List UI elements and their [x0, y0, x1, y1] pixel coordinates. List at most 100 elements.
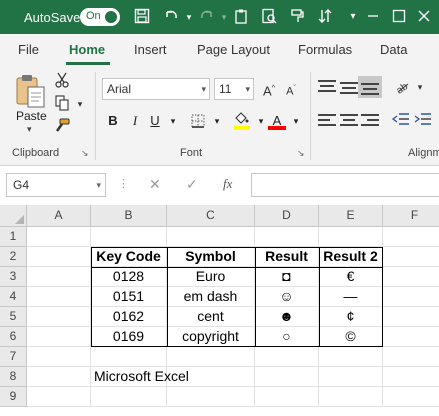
cell-c3[interactable]: Euro	[167, 267, 255, 287]
format-painter-brush-icon[interactable]	[52, 118, 72, 136]
row-header-2[interactable]: 2	[0, 247, 27, 267]
row-header-6[interactable]: 6	[0, 327, 27, 347]
underline-icon[interactable]: U	[146, 111, 164, 131]
cell-f1[interactable]	[383, 227, 439, 247]
cell-b5[interactable]: 0162	[91, 307, 167, 327]
paste-dropdown-icon[interactable]: ▾	[27, 124, 32, 135]
cell-e1[interactable]	[319, 227, 383, 247]
cell-c4[interactable]: em dash	[167, 287, 255, 307]
cell-f6[interactable]	[383, 327, 439, 347]
column-header-d[interactable]: D	[255, 205, 319, 227]
tab-formulas[interactable]: Formulas	[298, 42, 352, 57]
cell-b2[interactable]: Key Code	[91, 247, 167, 267]
cell-f4[interactable]	[383, 287, 439, 307]
row-header-9[interactable]: 9	[0, 387, 27, 407]
cut-icon[interactable]	[52, 72, 72, 90]
cell-b9[interactable]	[91, 387, 167, 407]
align-left-icon[interactable]	[318, 114, 336, 130]
cell-e5[interactable]: ¢	[319, 307, 383, 327]
tab-insert[interactable]: Insert	[134, 42, 167, 57]
orientation-dropdown-icon[interactable]: ▾	[410, 78, 430, 96]
increase-indent-icon[interactable]	[413, 112, 433, 130]
tab-page-layout[interactable]: Page Layout	[197, 42, 270, 57]
paste-icon[interactable]	[14, 74, 48, 110]
orientation-icon[interactable]: ab	[392, 78, 412, 97]
align-center-icon[interactable]	[340, 114, 358, 130]
select-all-button[interactable]	[0, 205, 27, 227]
cell-d4[interactable]: ☺	[255, 287, 319, 307]
bottom-align-icon[interactable]	[361, 83, 379, 99]
format-painter-icon[interactable]	[289, 8, 307, 26]
insert-function-icon[interactable]: fx	[223, 176, 232, 192]
column-header-e[interactable]: E	[319, 205, 383, 227]
save-icon[interactable]	[133, 8, 151, 26]
cell-a9[interactable]	[27, 387, 91, 407]
cell-b3[interactable]: 0128	[91, 267, 167, 287]
cell-c2[interactable]: Symbol	[167, 247, 255, 267]
top-align-icon[interactable]	[318, 80, 336, 96]
formula-bar-grip-icon[interactable]: ⋮	[118, 177, 129, 190]
tab-data[interactable]: Data	[380, 42, 407, 57]
undo-icon[interactable]	[162, 8, 180, 26]
cell-a6[interactable]	[27, 327, 91, 347]
borders-icon[interactable]	[189, 111, 207, 131]
cell-e3[interactable]: €	[319, 267, 383, 287]
cell-f3[interactable]	[383, 267, 439, 287]
row-header-4[interactable]: 4	[0, 287, 27, 307]
copy-icon[interactable]	[52, 95, 72, 113]
cell-c6[interactable]: copyright	[167, 327, 255, 347]
font-launcher-icon[interactable]: ↘	[297, 148, 307, 158]
cell-f7[interactable]	[383, 347, 439, 367]
close-icon[interactable]	[415, 8, 433, 26]
italic-icon[interactable]: I	[126, 111, 144, 131]
redo-dropdown-icon[interactable]: ▾	[215, 8, 233, 26]
cell-d8[interactable]	[255, 367, 319, 387]
cell-b6[interactable]: 0169	[91, 327, 167, 347]
cell-e7[interactable]	[319, 347, 383, 367]
autosave-toggle[interactable]: On	[80, 8, 120, 26]
maximize-icon[interactable]	[390, 8, 408, 26]
cell-a4[interactable]	[27, 287, 91, 307]
decrease-indent-icon[interactable]	[391, 112, 411, 130]
cell-a8[interactable]	[27, 367, 91, 387]
cell-f8[interactable]	[383, 367, 439, 387]
cell-d7[interactable]	[255, 347, 319, 367]
cell-a2[interactable]	[27, 247, 91, 267]
cell-d2[interactable]: Result	[255, 247, 319, 267]
align-right-icon[interactable]	[361, 114, 379, 130]
row-header-7[interactable]: 7	[0, 347, 27, 367]
row-header-5[interactable]: 5	[0, 307, 27, 327]
print-preview-icon[interactable]	[260, 8, 278, 26]
cell-e4[interactable]: —	[319, 287, 383, 307]
cell-b1[interactable]	[91, 227, 167, 247]
underline-dropdown-icon[interactable]: ▾	[164, 111, 182, 131]
copy-dropdown-icon[interactable]: ▾	[70, 95, 90, 113]
cell-a7[interactable]	[27, 347, 91, 367]
paste-button-label[interactable]: Paste	[16, 109, 47, 123]
cell-e6[interactable]: ©	[319, 327, 383, 347]
cell-b7[interactable]	[91, 347, 167, 367]
column-header-a[interactable]: A	[27, 205, 91, 227]
cell-f5[interactable]	[383, 307, 439, 327]
cell-d1[interactable]	[255, 227, 319, 247]
sort-icon[interactable]	[316, 8, 334, 26]
cell-a3[interactable]	[27, 267, 91, 287]
cell-e9[interactable]	[319, 387, 383, 407]
cell-e8[interactable]	[319, 367, 383, 387]
cell-b4[interactable]: 0151	[91, 287, 167, 307]
cell-c1[interactable]	[167, 227, 255, 247]
cancel-entry-icon[interactable]: ✕	[149, 176, 161, 193]
formula-input[interactable]	[251, 173, 439, 197]
redo-icon[interactable]	[198, 8, 216, 26]
middle-align-icon[interactable]	[340, 82, 358, 98]
column-header-c[interactable]: C	[167, 205, 255, 227]
cell-d9[interactable]	[255, 387, 319, 407]
cell-c8[interactable]	[167, 367, 255, 387]
tab-file[interactable]: File	[18, 42, 39, 57]
cell-c9[interactable]	[167, 387, 255, 407]
cell-c5[interactable]: cent	[167, 307, 255, 327]
bold-icon[interactable]: B	[104, 111, 122, 131]
undo-dropdown-icon[interactable]: ▾	[180, 8, 198, 26]
column-header-b[interactable]: B	[91, 205, 167, 227]
decrease-font-size-icon[interactable]: Aˇ	[281, 80, 301, 98]
